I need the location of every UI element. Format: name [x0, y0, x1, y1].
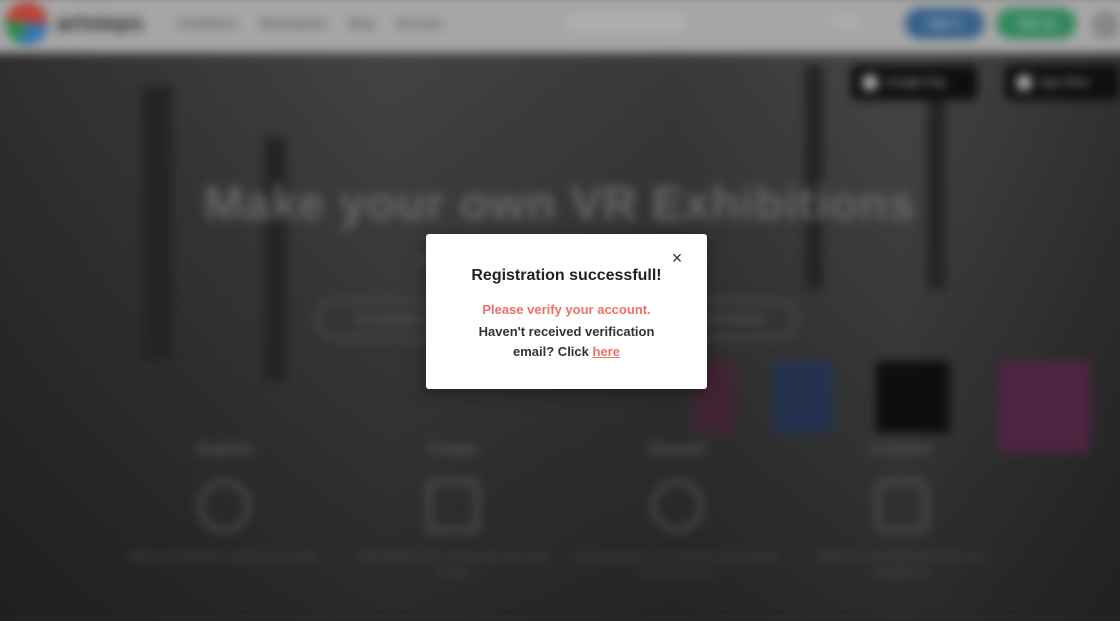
resend-verification-text: Haven't received verification email? Cli…: [466, 322, 667, 362]
resend-verification-link[interactable]: here: [593, 344, 620, 359]
close-icon[interactable]: ×: [666, 247, 688, 269]
verify-account-message: Please verify your account.: [482, 302, 651, 317]
dialog-title: Registration successfull!: [471, 267, 662, 284]
registration-success-dialog: × Registration successfull! Please verif…: [426, 234, 707, 389]
resend-prompt: Haven't received verification email? Cli…: [478, 324, 655, 359]
